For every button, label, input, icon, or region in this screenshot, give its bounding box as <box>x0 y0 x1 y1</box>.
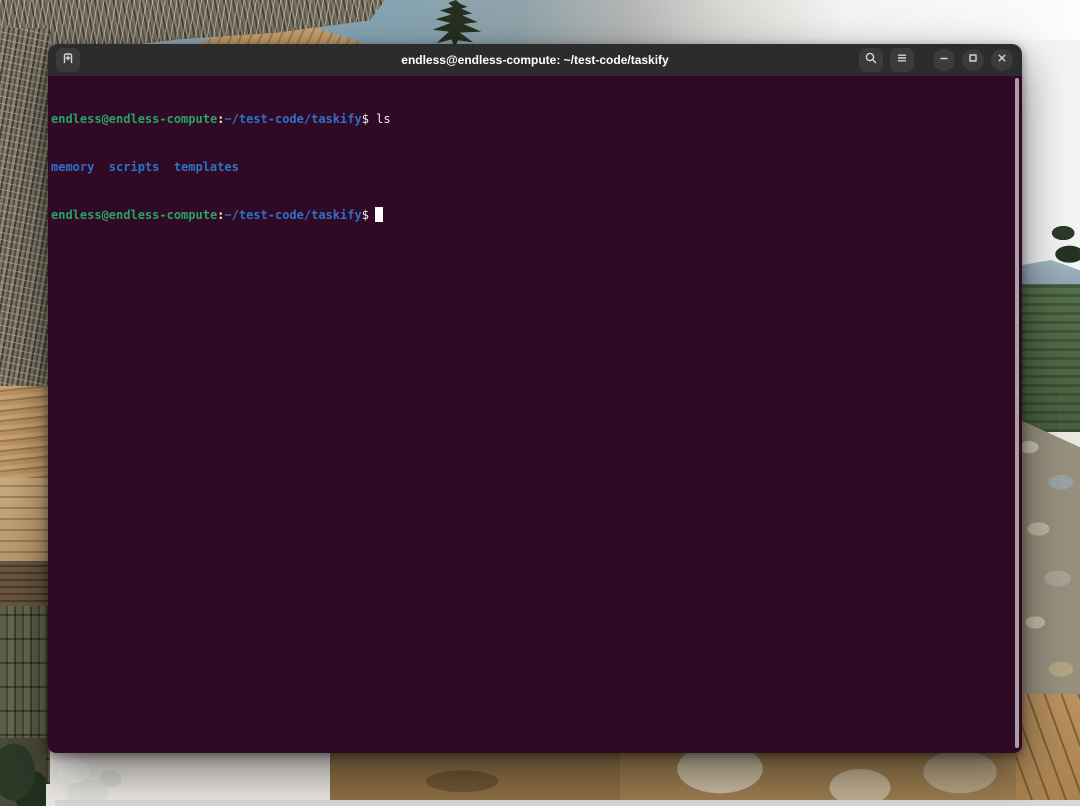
minimize-button[interactable] <box>933 49 955 71</box>
directory-entry: scripts <box>109 160 160 174</box>
scrollbar[interactable] <box>1015 78 1019 748</box>
prompt-path: ~/test-code/taskify <box>224 112 361 126</box>
minimize-icon <box>936 50 952 71</box>
menu-button[interactable] <box>890 48 914 72</box>
hamburger-menu-icon <box>894 50 910 71</box>
prompt-symbol: $ <box>362 112 369 126</box>
terminal-cursor <box>375 207 383 222</box>
wallpaper-foliage-bottom-left <box>0 738 46 806</box>
prompt-user-host: endless@endless-compute <box>51 208 217 222</box>
terminal-line: memory scripts templates <box>51 159 1022 175</box>
wallpaper-plank-left <box>0 478 50 564</box>
directory-entry: templates <box>174 160 239 174</box>
wallpaper-log-left <box>0 561 50 609</box>
wallpaper-forest-right <box>1016 284 1080 432</box>
wallpaper-shingles-left <box>0 386 50 481</box>
search-icon <box>863 50 879 71</box>
close-icon <box>994 50 1010 71</box>
new-tab-button[interactable] <box>56 48 80 72</box>
directory-entry: memory <box>51 160 94 174</box>
wallpaper-wood-right <box>1016 694 1080 806</box>
maximize-button[interactable] <box>962 49 984 71</box>
terminal-window: endless@endless-compute: ~/test-code/tas… <box>48 44 1022 753</box>
terminal-line: endless@endless-compute:~/test-code/task… <box>51 207 1022 223</box>
wallpaper-white-object <box>46 752 138 806</box>
titlebar[interactable]: endless@endless-compute: ~/test-code/tas… <box>48 44 1022 76</box>
wallpaper-dirt-bottom <box>330 744 660 806</box>
desktop: endless@endless-compute: ~/test-code/tas… <box>0 0 1080 806</box>
wallpaper-bottom-light-strip <box>55 800 1080 806</box>
wallpaper-rocks-right <box>1016 418 1080 710</box>
terminal-output[interactable]: endless@endless-compute:~/test-code/task… <box>48 76 1022 753</box>
wallpaper-stones-bottom <box>620 744 1020 806</box>
prompt-path: ~/test-code/taskify <box>224 208 361 222</box>
prompt-user-host: endless@endless-compute <box>51 112 217 126</box>
terminal-line: endless@endless-compute:~/test-code/task… <box>51 111 1022 127</box>
new-tab-icon <box>60 50 76 71</box>
prompt-symbol: $ <box>362 208 369 222</box>
search-button[interactable] <box>859 48 883 72</box>
wallpaper-twig-pile-left <box>0 28 50 390</box>
typed-command: ls <box>376 112 390 126</box>
maximize-icon <box>965 50 981 71</box>
close-button[interactable] <box>991 49 1013 71</box>
